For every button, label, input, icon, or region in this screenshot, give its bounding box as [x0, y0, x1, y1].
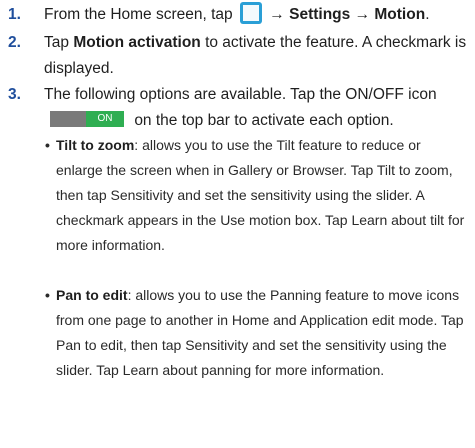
bullet-icon: • [45, 137, 50, 153]
step-text: The following options are available. Tap… [44, 82, 473, 134]
option-title: Tilt to zoom [56, 137, 135, 153]
step-number: 3. [8, 86, 21, 103]
settings-label: Settings [289, 6, 351, 23]
icon-word: icon [408, 86, 437, 103]
step-number: 2. [8, 34, 21, 51]
arrow-icon: → [354, 6, 371, 23]
bullet-icon: • [45, 287, 50, 303]
arrow-icon: → [269, 6, 285, 23]
step-3-lead-text: The following options are available. Tap… [44, 86, 404, 103]
toggle-on-label: ON [86, 111, 124, 127]
bullet-text: Tilt to zoom: allows you to use the Tilt… [56, 133, 471, 258]
bullet-text: Pan to edit: allows you to use the Panni… [56, 283, 471, 383]
step-2-lead-text: Tap [44, 34, 69, 51]
on-off-toggle-icon: ON [50, 111, 124, 127]
step-3-description: on the top bar to activate each option. [134, 112, 394, 129]
step-1-period: . [425, 6, 430, 23]
apps-grid-icon [239, 2, 262, 24]
option-description: : allows you to use the Tilt feature to … [56, 137, 465, 253]
step-text: Tap Motion activation to activate the fe… [44, 30, 473, 82]
step-number: 1. [8, 6, 21, 23]
step-1-lead-text: From the Home screen, tap [44, 6, 233, 23]
motion-label: Motion [374, 6, 426, 23]
step-text: From the Home screen, tap → Settings → M… [44, 2, 473, 28]
option-title: Pan to edit [56, 287, 128, 303]
motion-activation-label: Motion activation [73, 34, 201, 51]
